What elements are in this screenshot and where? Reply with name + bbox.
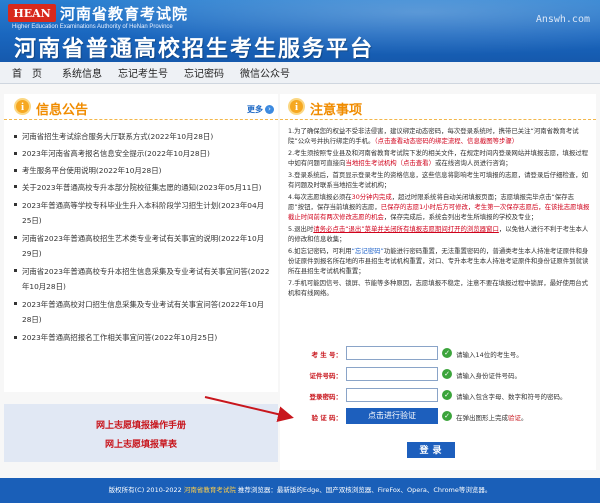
footer-browsers: 推荐浏览器：最新版的Edge、国产双核浏览器、FireFox、Opera、Chr… xyxy=(237,486,492,494)
main-nav: 首页 系统信息 忘记考生号 忘记密码 微信公众号 xyxy=(0,62,600,84)
nav-home[interactable]: 首页 xyxy=(12,65,52,80)
site-footer: 版权所有(C) 2010-2022 河南省教育考试院 推荐浏览器：最新版的Edg… xyxy=(0,478,600,503)
org-logo-text: HEAN xyxy=(13,6,51,20)
footer-copyright: 版权所有(C) 2010-2022 xyxy=(108,486,182,494)
org-logo: HEAN xyxy=(8,4,56,22)
annotation-arrow xyxy=(204,396,294,423)
watermark: Answh.com xyxy=(535,14,590,25)
site-title: 河南省普通高校招生考生服务平台 xyxy=(14,37,375,62)
nav-forgot-password[interactable]: 忘记密码 xyxy=(184,65,224,80)
content-area: i 信息公告 更多 › 河南省招生考试综合服务大厅联系方式(2022年10月28日… xyxy=(0,84,600,478)
org-name: 河南省教育考试院 xyxy=(60,7,189,23)
nav-wechat[interactable]: 微信公众号 xyxy=(240,65,290,80)
footer-org[interactable]: 河南省教育考试院 xyxy=(184,486,236,494)
org-name-en: Higher Education Examinations Authority … xyxy=(12,24,173,30)
nav-forgot-student-no[interactable]: 忘记考生号 xyxy=(118,65,168,80)
nav-system-info[interactable]: 系统信息 xyxy=(62,65,102,80)
site-header: HEAN 河南省教育考试院 Higher Education Examinati… xyxy=(0,0,600,62)
